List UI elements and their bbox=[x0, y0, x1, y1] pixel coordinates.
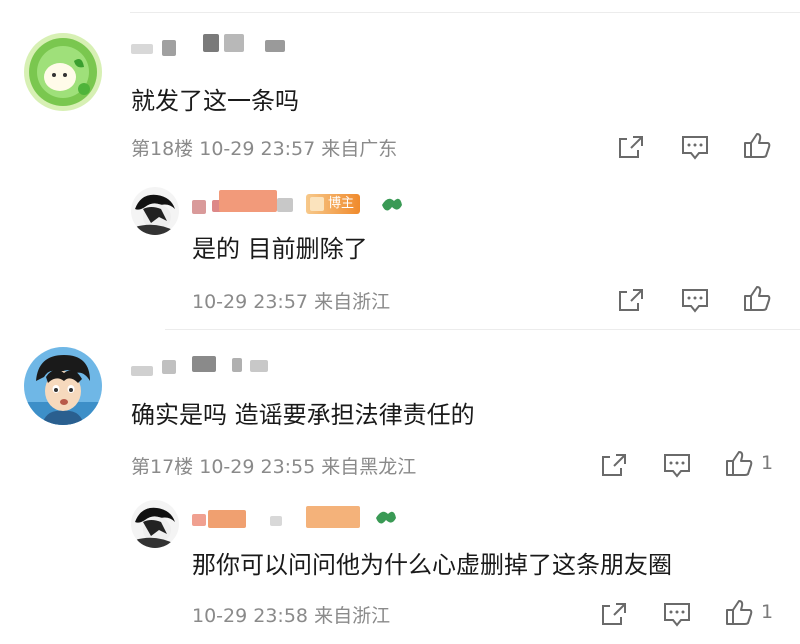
like-icon[interactable] bbox=[742, 131, 772, 159]
like-count: 1 bbox=[761, 452, 774, 474]
vip-leaf-icon bbox=[374, 508, 398, 528]
reply-meta: 10-29 23:57 来自浙江 bbox=[192, 287, 390, 314]
comment-icon[interactable] bbox=[662, 451, 692, 479]
reply-meta: 10-29 23:58 来自浙江 bbox=[192, 601, 390, 628]
location: 来自浙江 bbox=[314, 605, 391, 627]
comment-icon[interactable] bbox=[662, 600, 692, 628]
avatar[interactable] bbox=[131, 500, 179, 548]
share-icon[interactable] bbox=[616, 286, 646, 314]
like-icon[interactable] bbox=[742, 284, 772, 312]
location: 来自广东 bbox=[321, 138, 398, 160]
reply-text: 那你可以问问他为什么心虚删掉了这条朋友圈 bbox=[192, 551, 672, 579]
comment-meta: 第17楼 10-29 23:55 来自黑龙江 bbox=[131, 452, 416, 479]
share-icon[interactable] bbox=[616, 133, 646, 161]
comment-meta: 第18楼 10-29 23:57 来自广东 bbox=[131, 134, 397, 161]
timestamp: 10-29 23:57 bbox=[199, 138, 316, 160]
timestamp: 10-29 23:55 bbox=[199, 456, 316, 478]
like-icon[interactable] bbox=[724, 449, 754, 477]
comment-divider bbox=[165, 329, 800, 330]
badge-icon bbox=[310, 197, 324, 211]
like-icon[interactable] bbox=[724, 598, 754, 626]
top-divider bbox=[130, 12, 800, 13]
avatar[interactable] bbox=[24, 347, 102, 425]
like-count: 1 bbox=[761, 601, 774, 623]
blogger-badge: 博主 bbox=[306, 194, 361, 214]
avatar[interactable] bbox=[131, 187, 179, 235]
vip-leaf-icon bbox=[380, 195, 404, 215]
comment-icon[interactable] bbox=[680, 286, 710, 314]
location: 来自黑龙江 bbox=[321, 456, 417, 478]
comment-text: 就发了这一条吗 bbox=[131, 87, 299, 115]
comment-icon[interactable] bbox=[680, 133, 710, 161]
comment-text: 确实是吗 造谣要承担法律责任的 bbox=[131, 401, 475, 429]
location: 来自浙江 bbox=[314, 291, 391, 313]
avatar[interactable] bbox=[24, 33, 102, 111]
floor-number: 第18楼 bbox=[131, 138, 194, 160]
reply-text: 是的 目前删除了 bbox=[192, 235, 368, 263]
floor-number: 第17楼 bbox=[131, 456, 194, 478]
share-icon[interactable] bbox=[599, 451, 629, 479]
timestamp: 10-29 23:57 bbox=[192, 291, 309, 313]
share-icon[interactable] bbox=[599, 600, 629, 628]
timestamp: 10-29 23:58 bbox=[192, 605, 309, 627]
